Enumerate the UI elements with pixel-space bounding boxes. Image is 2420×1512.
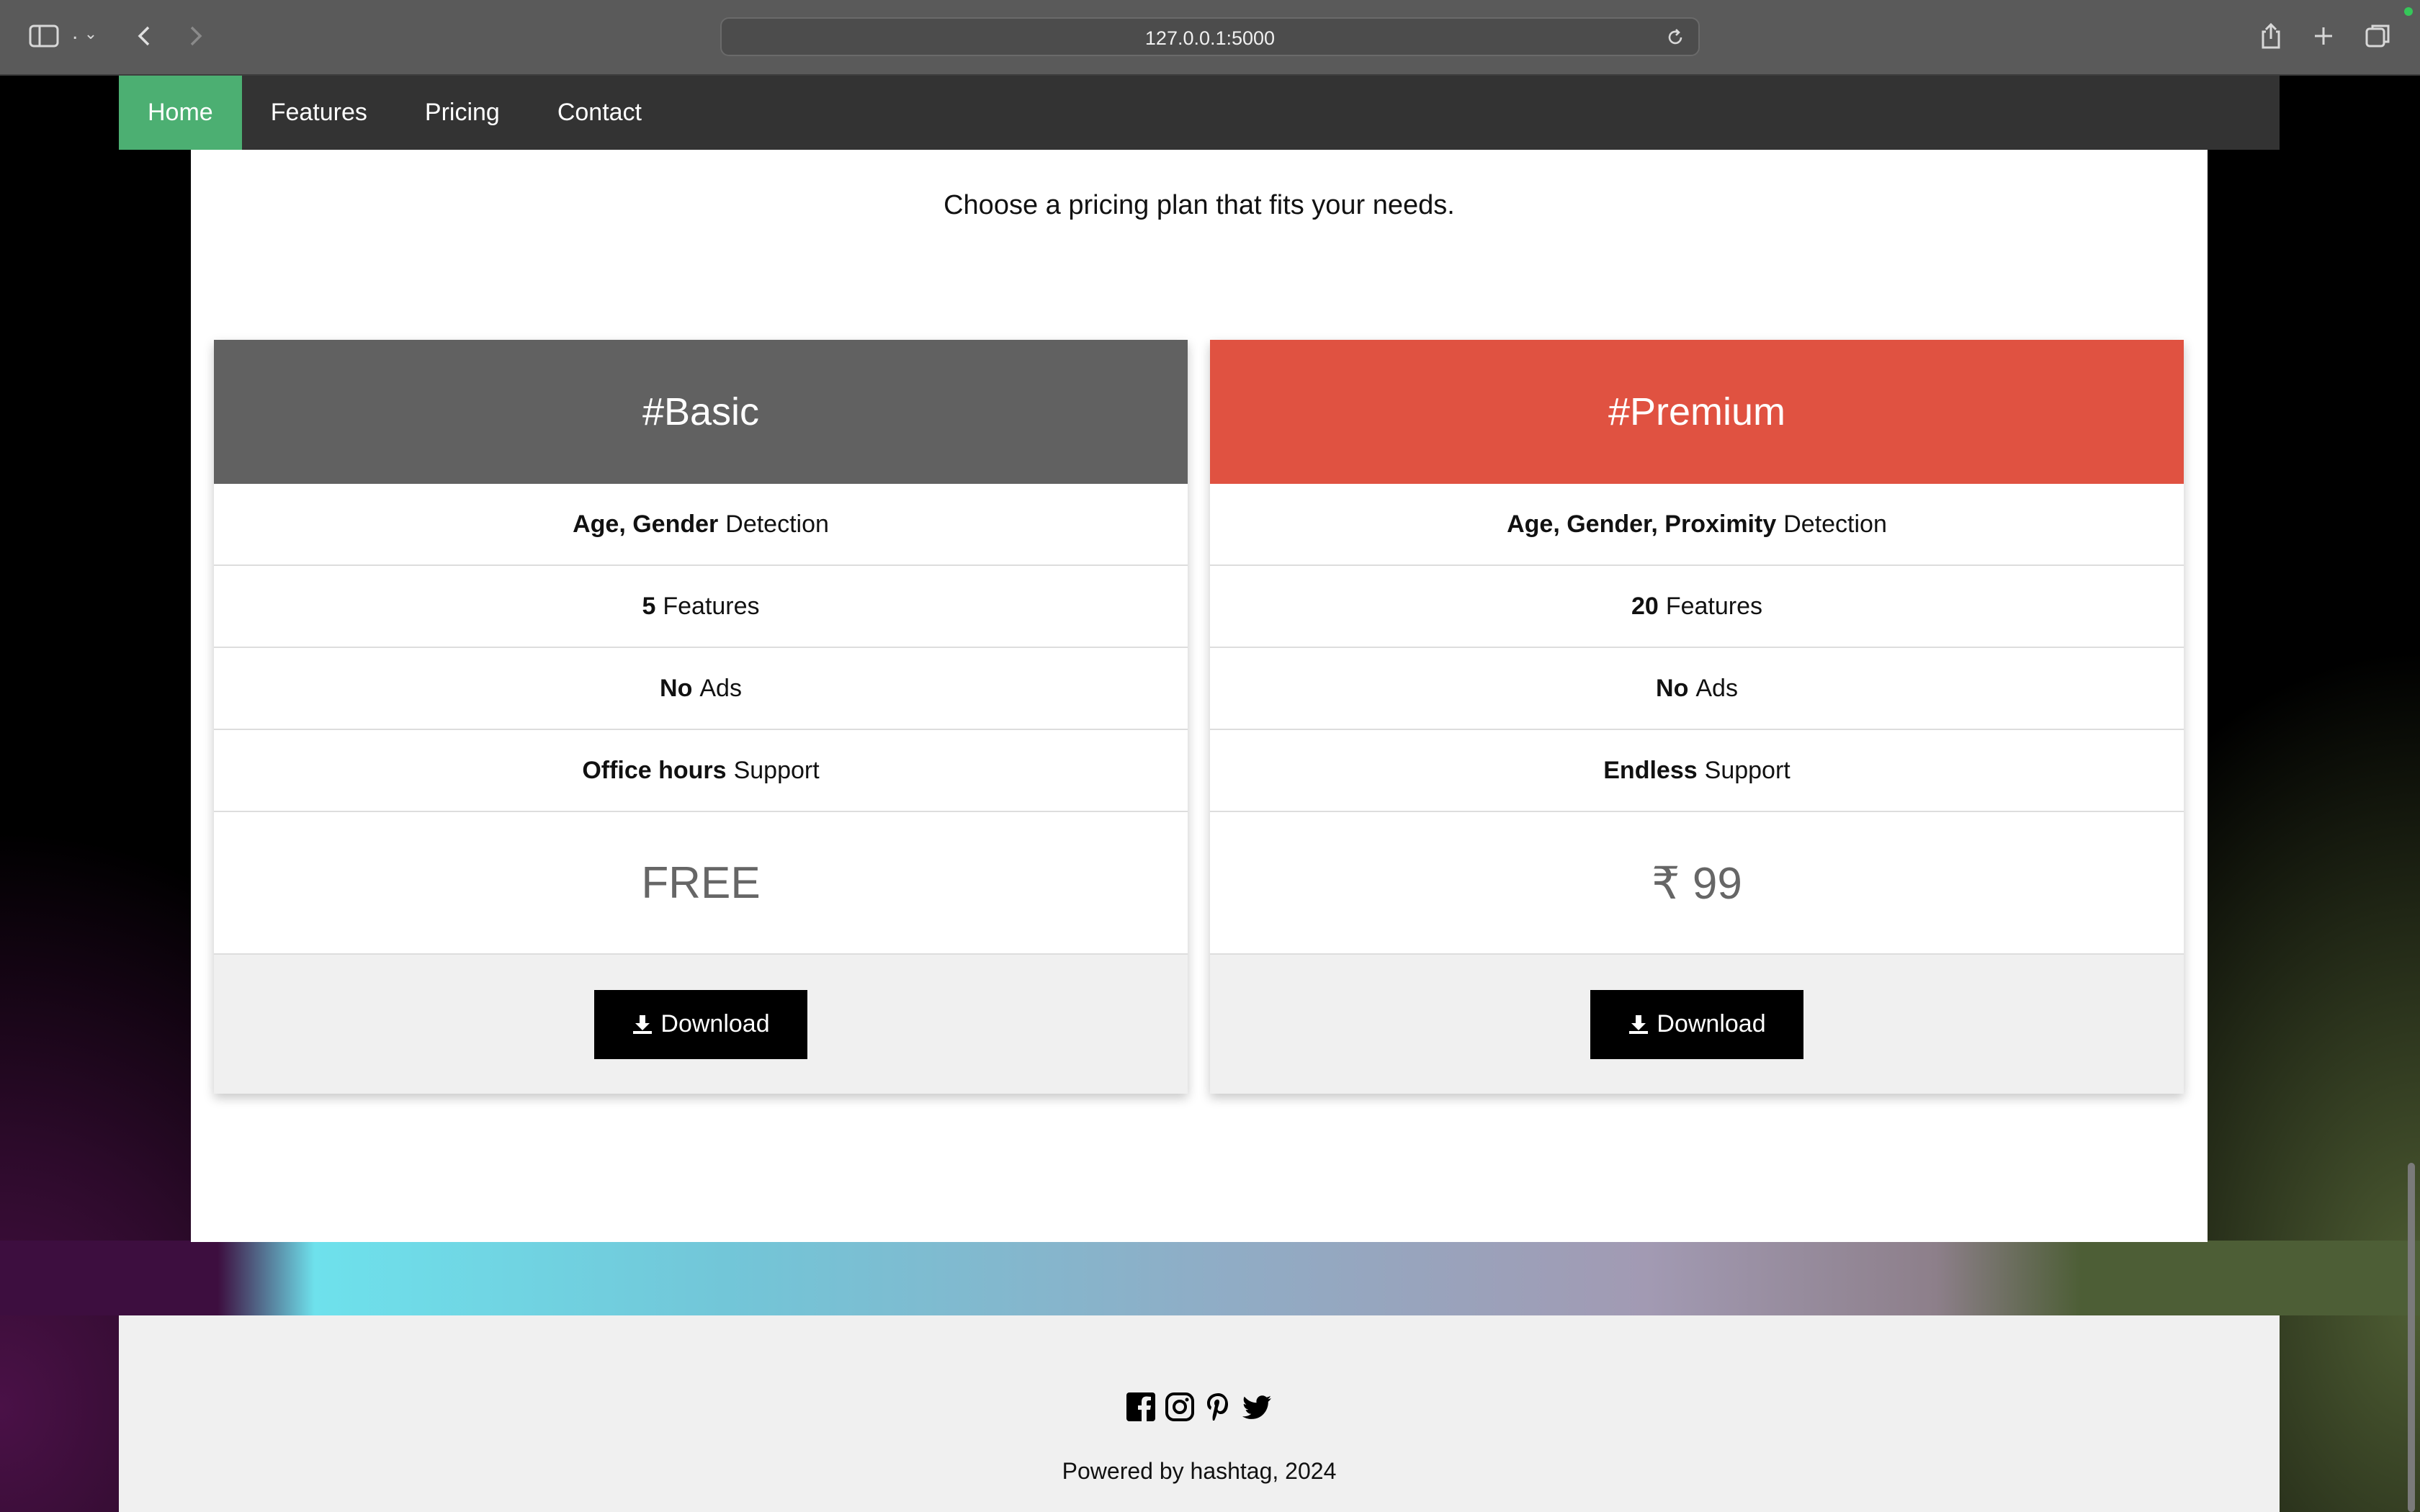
feature-highlight: Office hours xyxy=(582,756,727,784)
feature-row: No Ads xyxy=(214,648,1188,730)
feature-highlight: 20 xyxy=(1631,592,1659,620)
new-tab-icon[interactable] xyxy=(2311,22,2336,50)
feature-highlight: No xyxy=(660,674,693,702)
download-button-premium[interactable]: Download xyxy=(1590,989,1803,1059)
back-icon[interactable] xyxy=(135,22,153,50)
pricing-card-basic: #Basic Age, Gender Detection 5 Features … xyxy=(214,340,1188,1094)
nav-contact[interactable]: Contact xyxy=(529,76,671,150)
pricing-card-premium: #Premium Age, Gender, Proximity Detectio… xyxy=(1210,340,2184,1094)
tab-group-label: . xyxy=(72,20,79,44)
powered-by-text: Powered by hashtag, 2024 xyxy=(1062,1458,1337,1484)
download-button-basic[interactable]: Download xyxy=(594,989,807,1059)
page-footer: Powered by hashtag, 2024 xyxy=(119,1315,2280,1512)
card-footer: Download xyxy=(214,953,1188,1094)
browser-toolbar: . ⌄ 127.0.0.1:5000 xyxy=(0,0,2420,76)
recording-indicator xyxy=(2404,7,2413,16)
nav-pricing[interactable]: Pricing xyxy=(396,76,529,150)
plan-price: FREE xyxy=(641,858,761,908)
nav-features[interactable]: Features xyxy=(242,76,396,150)
nav-home[interactable]: Home xyxy=(119,76,242,150)
feature-text: Detection xyxy=(725,510,829,538)
feature-text: Support xyxy=(1704,756,1791,784)
top-navbar: Home Features Pricing Contact xyxy=(119,76,2280,150)
download-button-label: Download xyxy=(1657,1010,1766,1038)
reload-icon[interactable] xyxy=(1665,27,1685,51)
social-links xyxy=(119,1391,2280,1423)
feature-highlight: Age, Gender, Proximity xyxy=(1507,510,1777,538)
facebook-icon[interactable] xyxy=(1125,1391,1157,1423)
feature-text: Features xyxy=(1665,592,1762,620)
feature-row: Age, Gender, Proximity Detection xyxy=(1210,484,2184,566)
feature-text: Detection xyxy=(1783,510,1887,538)
feature-row: 20 Features xyxy=(1210,566,2184,648)
sidebar-toggle-icon[interactable] xyxy=(29,22,59,50)
feature-row: 5 Features xyxy=(214,566,1188,648)
feature-highlight: No xyxy=(1656,674,1689,702)
card-footer: Download xyxy=(1210,953,2184,1094)
feature-highlight: Age, Gender xyxy=(573,510,719,538)
feature-row: Age, Gender Detection xyxy=(214,484,1188,566)
plan-name: #Basic xyxy=(214,340,1188,484)
feature-highlight: 5 xyxy=(642,592,656,620)
feature-text: Ads xyxy=(699,674,742,702)
twitter-icon[interactable] xyxy=(1242,1391,1273,1423)
pricing-section: Choose a pricing plan that fits your nee… xyxy=(191,150,2208,1242)
address-bar-url: 127.0.0.1:5000 xyxy=(1144,27,1276,49)
feature-text: Support xyxy=(733,756,820,784)
plan-price: ₹ 99 xyxy=(1652,858,1742,909)
background-gradient-strip xyxy=(0,1241,2420,1315)
download-icon xyxy=(1629,1014,1649,1034)
feature-row: Office hours Support xyxy=(214,730,1188,812)
tab-overview-icon[interactable] xyxy=(2364,22,2393,50)
forward-icon[interactable] xyxy=(187,22,205,50)
address-bar[interactable]: 127.0.0.1:5000 xyxy=(720,17,1700,56)
feature-text: Features xyxy=(663,592,760,620)
download-icon xyxy=(633,1014,653,1034)
share-icon[interactable] xyxy=(2259,22,2283,50)
tab-group-selector[interactable]: . ⌄ xyxy=(72,20,97,49)
feature-text: Ads xyxy=(1695,674,1738,702)
chevron-down-icon: ⌄ xyxy=(84,24,98,42)
feature-row: Endless Support xyxy=(1210,730,2184,812)
feature-highlight: Endless xyxy=(1603,756,1698,784)
instagram-icon[interactable] xyxy=(1164,1391,1196,1423)
feature-row: No Ads xyxy=(1210,648,2184,730)
download-button-label: Download xyxy=(660,1010,770,1038)
plan-name: #Premium xyxy=(1210,340,2184,484)
pinterest-icon[interactable] xyxy=(1203,1391,1234,1423)
page-scrollbar[interactable] xyxy=(2408,1163,2415,1512)
pricing-subtitle: Choose a pricing plan that fits your nee… xyxy=(944,190,1455,220)
